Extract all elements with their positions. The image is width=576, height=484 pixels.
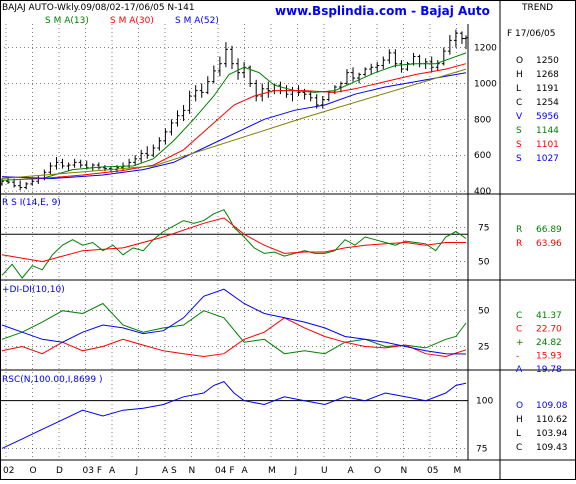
rsc-readout-value: 109.43 — [536, 443, 568, 453]
y-tick-label: 75 — [478, 223, 489, 233]
price-readout-key: V — [516, 112, 523, 122]
x-tick-label: N — [189, 466, 196, 476]
y-tick-label: 50 — [478, 307, 490, 317]
x-tick-label: 05 — [427, 466, 438, 476]
x-tick-label: A — [109, 466, 116, 476]
sma30-label: S M A(30) — [110, 16, 154, 26]
x-tick-label: J — [294, 466, 298, 476]
rsi-readout-value: 66.89 — [536, 225, 562, 235]
sma13-label: S M A(13) — [45, 16, 89, 26]
x-tick-label: O — [374, 466, 381, 476]
site-title: www.Bsplindia.com - Bajaj Auto — [275, 4, 490, 18]
price-readout-value: 1254 — [536, 98, 559, 108]
chart-root: BAJAJ AUTO-Wkly.09/08/02-17/06/05 N-141 … — [0, 0, 576, 480]
di-readout-key: + — [516, 338, 524, 348]
y-tick-label: 1200 — [474, 44, 497, 54]
rsc-readout-key: C — [516, 443, 522, 453]
rsc-readout-value: 103.94 — [536, 429, 568, 439]
x-tick-label: 02 — [3, 466, 14, 476]
di-readout-key: C — [516, 325, 522, 335]
di-readout-value: 22.70 — [536, 325, 562, 335]
x-tick-label: N — [401, 466, 408, 476]
price-readout-value: 1027 — [536, 154, 559, 164]
rsi-panel-label: R S I(14,E, 9) — [2, 198, 61, 208]
x-tick-label: 03 F — [83, 466, 103, 476]
x-tick-label: M — [454, 466, 462, 476]
rsc-panel-label: RSC(N,100.00,I,8699 ) — [2, 375, 103, 385]
di-panel-label: +DI-DI(10,10) — [2, 285, 65, 295]
sma52-label: S M A(52) — [175, 16, 219, 26]
di-readout-key: - — [516, 352, 519, 362]
rsc-readout-key: O — [516, 401, 523, 411]
price-readout-value: 1101 — [536, 140, 559, 150]
y-tick-label: 400 — [474, 187, 491, 197]
di-readout-value: 15.93 — [536, 352, 562, 362]
price-readout-key: H — [516, 70, 523, 80]
x-tick-label: O — [30, 466, 37, 476]
di-readout-value: 41.37 — [536, 311, 562, 321]
rsc-readout-value: 109.08 — [536, 401, 568, 411]
price-readout-key: L — [516, 84, 521, 94]
y-tick-label: 100 — [476, 397, 493, 407]
x-tick-label: U — [321, 466, 328, 476]
y-tick-label: 50 — [478, 258, 490, 268]
y-tick-label: 800 — [474, 115, 491, 125]
price-readout-key: O — [516, 56, 523, 66]
rsc-readout-key: H — [516, 415, 523, 425]
y-tick-label: 25 — [478, 343, 489, 353]
y-tick-label: 600 — [474, 151, 491, 161]
price-readout-key: S — [516, 140, 522, 150]
x-tick-label: J — [135, 466, 139, 476]
right-date-label: F 17/06/05 — [507, 29, 555, 39]
x-tick-label: A S — [162, 466, 177, 476]
x-tick-label: D — [56, 466, 63, 476]
di-readout-key: C — [516, 311, 522, 321]
outer-frame — [0, 0, 576, 480]
chart-svg: BAJAJ AUTO-Wkly.09/08/02-17/06/05 N-141 … — [0, 0, 576, 480]
price-readout-value: 1144 — [536, 126, 559, 136]
price-readout-key: C — [516, 98, 522, 108]
price-readout-value: 1191 — [536, 84, 559, 94]
rsi-readout-value: 63.96 — [536, 239, 562, 249]
y-tick-label: 75 — [476, 444, 487, 454]
x-tick-label: 04 F — [215, 466, 235, 476]
price-readout-key: S — [516, 154, 522, 164]
di-readout-key: A — [516, 365, 523, 375]
price-readout-value: 1250 — [536, 56, 559, 66]
di-readout-value: 19.78 — [536, 365, 562, 375]
rsc-readout-key: L — [516, 429, 521, 439]
y-tick-label: 1000 — [474, 79, 497, 89]
rsi-readout-key: R — [516, 225, 522, 235]
x-tick-label: A — [242, 466, 249, 476]
trend-label: TREND — [521, 3, 553, 13]
rsi-readout-key: R — [516, 239, 522, 249]
di-readout-value: 24.82 — [536, 338, 562, 348]
x-tick-label: M — [268, 466, 276, 476]
x-tick-label: A — [348, 466, 355, 476]
symbol-line: BAJAJ AUTO-Wkly.09/08/02-17/06/05 N-141 — [2, 3, 195, 13]
price-readout-value: 1268 — [536, 70, 559, 80]
rsc-readout-value: 110.62 — [536, 415, 568, 425]
price-readout-key: S — [516, 126, 522, 136]
price-readout-value: 5956 — [536, 112, 559, 122]
